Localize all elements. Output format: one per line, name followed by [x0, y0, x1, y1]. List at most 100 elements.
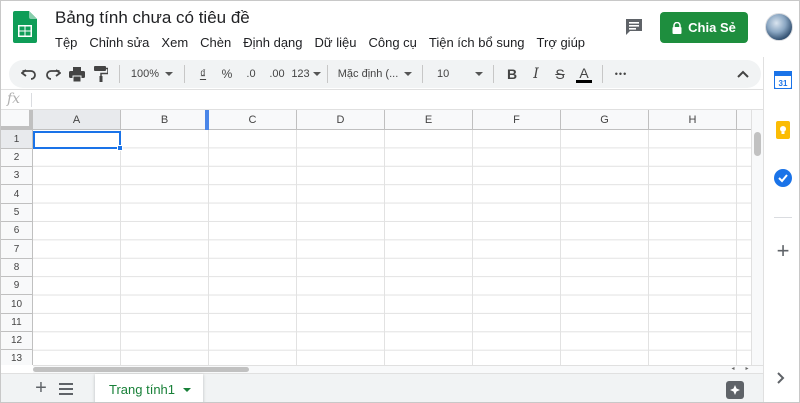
- font-size-select[interactable]: 10: [429, 62, 487, 86]
- row-header[interactable]: 11: [1, 314, 33, 332]
- row-header[interactable]: 3: [1, 167, 33, 185]
- menu-edit[interactable]: Chỉnh sửa: [83, 34, 155, 52]
- more-options-button[interactable]: •••: [609, 62, 633, 86]
- app-header: Bảng tính chưa có tiêu đề Tệp Chỉnh sửa …: [1, 1, 799, 57]
- calendar-icon[interactable]: 31: [773, 70, 793, 90]
- column-header[interactable]: [737, 110, 751, 130]
- toolbar-divider: [602, 65, 603, 83]
- side-panel-divider: [774, 217, 792, 218]
- menu-file[interactable]: Tệp: [49, 34, 83, 52]
- collapse-menu-icon[interactable]: [731, 62, 755, 86]
- column-header[interactable]: D: [297, 110, 385, 130]
- sheet-tab[interactable]: Trang tính1: [95, 374, 203, 402]
- formula-input[interactable]: [35, 92, 755, 108]
- horizontal-scrollbar[interactable]: ◂ ▸: [33, 365, 763, 373]
- get-addons-icon[interactable]: +: [774, 240, 792, 262]
- toolbar-divider: [422, 65, 423, 83]
- increase-decimal-button[interactable]: .00: [263, 62, 291, 86]
- chevron-down-icon[interactable]: [183, 387, 192, 392]
- more-formats-label: 123: [291, 68, 310, 80]
- column-header[interactable]: H: [649, 110, 737, 130]
- explore-icon[interactable]: [726, 381, 744, 399]
- menu-data[interactable]: Dữ liệu: [309, 34, 363, 52]
- chevron-down-icon: [165, 72, 174, 76]
- formula-divider: [31, 93, 32, 107]
- column-header[interactable]: G: [561, 110, 649, 130]
- menu-tools[interactable]: Công cụ: [362, 34, 422, 52]
- column-header[interactable]: C: [209, 110, 297, 130]
- row-header[interactable]: 2: [1, 149, 33, 167]
- menu-help[interactable]: Trợ giúp: [531, 34, 592, 52]
- column-header[interactable]: E: [385, 110, 473, 130]
- calendar-day: 31: [779, 79, 788, 88]
- scroll-left-icon[interactable]: ◂: [727, 366, 739, 373]
- lock-icon: [672, 21, 682, 34]
- menu-bar: Tệp Chỉnh sửa Xem Chèn Định dạng Dữ liệu…: [49, 34, 591, 52]
- font-family-select[interactable]: Mặc định (...: [334, 62, 416, 86]
- menu-view[interactable]: Xem: [155, 34, 194, 52]
- toolbar-divider: [119, 65, 120, 83]
- decrease-decimal-button[interactable]: .0: [239, 62, 263, 86]
- sheets-window: Bảng tính chưa có tiêu đề Tệp Chỉnh sửa …: [0, 0, 800, 403]
- toolbar-divider: [327, 65, 328, 83]
- document-title[interactable]: Bảng tính chưa có tiêu đề: [55, 8, 250, 28]
- scroll-right-icon[interactable]: ▸: [741, 366, 753, 373]
- italic-button[interactable]: I: [524, 62, 548, 86]
- undo-icon[interactable]: [17, 62, 41, 86]
- chevron-down-icon: [475, 72, 483, 76]
- column-header[interactable]: A: [33, 110, 121, 130]
- font-size-value: 10: [437, 68, 450, 80]
- selected-cell[interactable]: [33, 131, 121, 149]
- row-header[interactable]: 9: [1, 277, 33, 295]
- print-icon[interactable]: [65, 62, 89, 86]
- sheets-logo-icon[interactable]: [13, 11, 37, 43]
- zoom-select[interactable]: 100%: [126, 62, 178, 86]
- keep-icon[interactable]: [774, 121, 792, 139]
- strikethrough-button[interactable]: S: [548, 62, 572, 86]
- vertical-scroll-thumb[interactable]: [754, 132, 761, 156]
- row-header[interactable]: 7: [1, 240, 33, 259]
- menu-insert[interactable]: Chèn: [194, 34, 237, 52]
- row-header[interactable]: 5: [1, 204, 33, 222]
- share-button[interactable]: Chia Sẻ: [660, 12, 748, 43]
- zoom-value: 100%: [130, 68, 160, 80]
- row-header[interactable]: 10: [1, 295, 33, 314]
- cell-area[interactable]: [33, 130, 751, 365]
- bold-button[interactable]: B: [500, 62, 524, 86]
- fill-handle[interactable]: [117, 145, 123, 151]
- row-header[interactable]: 1: [1, 130, 33, 149]
- spreadsheet-grid: A B C D E F G H 1 2 3 4 5 6 7 8 9 10 11 …: [1, 110, 751, 365]
- row-header[interactable]: 12: [1, 332, 33, 350]
- redo-icon[interactable]: [41, 62, 65, 86]
- vertical-scrollbar[interactable]: [751, 110, 763, 365]
- select-all-corner[interactable]: [1, 110, 33, 130]
- column-resize-handle[interactable]: [205, 110, 209, 130]
- column-header[interactable]: F: [473, 110, 561, 130]
- add-sheet-icon[interactable]: +: [31, 378, 51, 399]
- row-header[interactable]: 6: [1, 222, 33, 240]
- toolbar-divider: [184, 65, 185, 83]
- toolbar: 100% ₫ % .0 .00 123 Mặc định (... 10 B I…: [9, 60, 761, 88]
- font-family-value: Mặc định (...: [337, 68, 399, 80]
- tasks-icon[interactable]: [774, 169, 792, 187]
- column-header[interactable]: B: [121, 110, 209, 130]
- comment-history-icon[interactable]: [620, 13, 648, 41]
- share-button-label: Chia Sẻ: [688, 20, 736, 35]
- currency-format-button[interactable]: ₫: [191, 62, 215, 86]
- text-color-button[interactable]: A: [572, 62, 596, 86]
- row-header[interactable]: 8: [1, 259, 33, 277]
- chevron-down-icon: [404, 72, 413, 76]
- percent-format-button[interactable]: %: [215, 62, 239, 86]
- row-header[interactable]: 4: [1, 185, 33, 204]
- more-formats-select[interactable]: 123: [291, 62, 321, 86]
- row-header[interactable]: 13: [1, 350, 33, 365]
- text-color-label: A: [579, 64, 589, 81]
- all-sheets-icon[interactable]: [59, 382, 79, 398]
- chevron-right-icon[interactable]: [776, 371, 790, 385]
- menu-format[interactable]: Định dạng: [237, 34, 308, 52]
- horizontal-scroll-thumb[interactable]: [33, 367, 249, 372]
- paint-format-icon[interactable]: [89, 62, 113, 86]
- avatar[interactable]: [765, 13, 793, 41]
- menu-addons[interactable]: Tiện ích bổ sung: [423, 34, 531, 52]
- fx-icon: fx: [7, 91, 21, 107]
